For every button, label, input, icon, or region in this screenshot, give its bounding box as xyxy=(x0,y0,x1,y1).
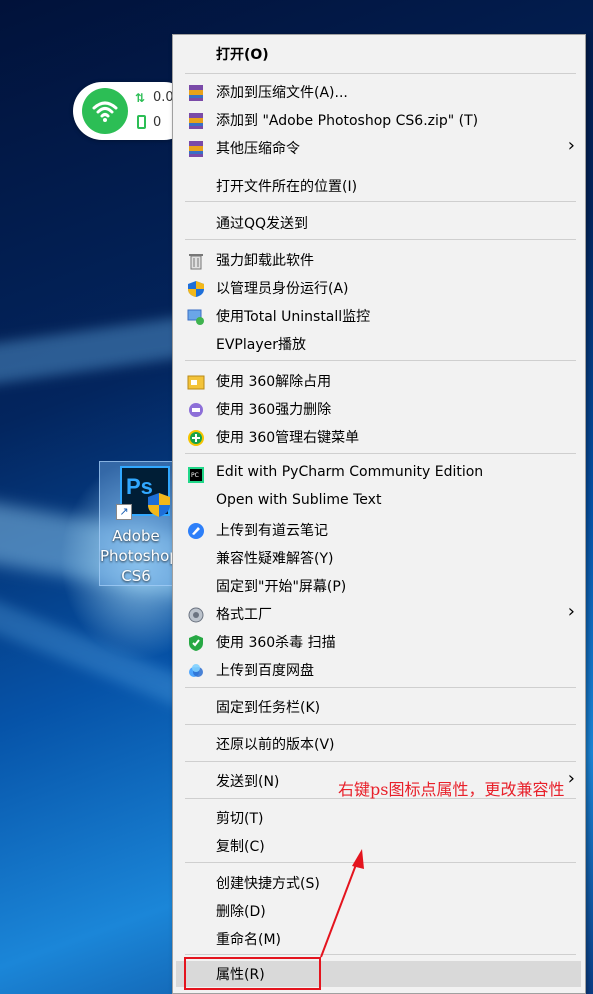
menu-item[interactable]: 添加到 "Adobe Photoshop CS6.zip" (T) xyxy=(176,107,581,133)
menu-item[interactable]: 重命名(M) xyxy=(176,926,581,952)
menu-item[interactable]: 强力卸载此软件 xyxy=(176,247,581,273)
download-speed-value: 0 xyxy=(153,115,162,130)
menu-item-label: 创建快捷方式(S) xyxy=(216,876,320,892)
menu-item[interactable]: 通过QQ发送到 xyxy=(176,210,581,236)
menu-item[interactable]: Open with Sublime Text xyxy=(176,489,581,515)
menu-item[interactable]: 使用 360管理右键菜单 xyxy=(176,424,581,450)
menu-item[interactable]: 使用 360杀毒 扫描 xyxy=(176,629,581,655)
desktop-icon-label: Adobe Photoshop CS6 xyxy=(100,527,179,585)
chevron-right-icon: › xyxy=(567,135,575,156)
menu-item[interactable]: 添加到压缩文件(A)... xyxy=(176,79,581,105)
menu-item-label: 兼容性疑难解答(Y) xyxy=(216,551,334,567)
360-menu-icon xyxy=(187,429,205,447)
menu-item-label: 打开(O) xyxy=(216,47,269,63)
menu-separator xyxy=(185,724,576,725)
menu-item-label: 固定到"开始"屏幕(P) xyxy=(216,579,347,595)
menu-item-label: 还原以前的版本(V) xyxy=(216,737,335,753)
menu-item[interactable]: 复制(C) xyxy=(176,833,581,859)
360-antivirus-icon xyxy=(187,634,205,652)
context-menu: 打开(O) 添加到压缩文件(A)... 添加到 "Adobe Photoshop C… xyxy=(172,34,586,994)
menu-item-label: Open with Sublime Text xyxy=(216,492,382,508)
menu-item[interactable]: 还原以前的版本(V) xyxy=(176,731,581,757)
upload-speed-value: 0.0 xyxy=(153,90,174,105)
menu-item-label: 上传到百度网盘 xyxy=(216,663,314,679)
menu-item-label: 其他压缩命令 xyxy=(216,141,300,157)
menu-item[interactable]: EVPlayer播放 xyxy=(176,331,581,357)
menu-item[interactable]: 剪切(T) xyxy=(176,805,581,831)
menu-item-label: Edit with PyCharm Community Edition xyxy=(216,464,484,480)
menu-item[interactable]: PC Edit with PyCharm Community Edition xyxy=(176,461,581,487)
pycharm-icon: PC xyxy=(187,466,205,484)
menu-item-label: 重命名(M) xyxy=(216,932,282,948)
baidu-netdisk-icon xyxy=(187,662,205,680)
menu-separator xyxy=(185,954,576,955)
menu-separator xyxy=(185,687,576,688)
360-delete-icon xyxy=(187,401,205,419)
menu-item[interactable]: 上传到百度网盘 xyxy=(176,657,581,683)
menu-separator xyxy=(185,201,576,202)
menu-item-label: 剪切(T) xyxy=(216,811,264,827)
format-factory-icon xyxy=(187,606,205,624)
svg-text:PC: PC xyxy=(191,472,199,479)
menu-item-label: 使用 360杀毒 扫描 xyxy=(216,635,336,651)
menu-item-label: 以管理员身份运行(A) xyxy=(216,281,349,297)
uac-shield-icon xyxy=(187,280,205,298)
menu-item[interactable]: 固定到"开始"屏幕(P) xyxy=(176,573,581,599)
menu-separator xyxy=(185,239,576,240)
menu-item[interactable]: 打开文件所在的位置(I) xyxy=(176,173,581,199)
menu-item-label: EVPlayer播放 xyxy=(216,337,306,353)
menu-item-label: 添加到 "Adobe Photoshop CS6.zip" (T) xyxy=(216,113,479,129)
menu-item-label: 格式工厂 xyxy=(216,607,272,623)
menu-item[interactable]: 其他压缩命令 › xyxy=(176,135,581,161)
menu-item-label: 使用 360管理右键菜单 xyxy=(216,430,360,446)
up-down-arrow-icon: ⇅ xyxy=(135,91,146,105)
wifi-icon xyxy=(82,88,128,134)
winrar-icon xyxy=(187,140,205,158)
menu-item[interactable]: 打开(O) xyxy=(176,41,581,67)
menu-item-label: 使用Total Uninstall监控 xyxy=(216,309,371,325)
chevron-right-icon: › xyxy=(567,601,575,622)
battery-icon xyxy=(137,115,146,129)
menu-item[interactable]: 使用Total Uninstall监控 xyxy=(176,303,581,329)
menu-item-label: 复制(C) xyxy=(216,839,265,855)
menu-item-label: 使用 360解除占用 xyxy=(216,374,332,390)
menu-item-label: 添加到压缩文件(A)... xyxy=(216,85,348,101)
menu-item[interactable]: 创建快捷方式(S) xyxy=(176,870,581,896)
360-unlock-icon xyxy=(187,373,205,391)
menu-separator xyxy=(185,761,576,762)
menu-item-label: 打开文件所在的位置(I) xyxy=(216,179,358,195)
photoshop-desktop-icon[interactable]: Ps ↗ Adobe Photoshop CS6 xyxy=(99,461,179,586)
menu-item[interactable]: 使用 360解除占用 xyxy=(176,368,581,394)
menu-item-label: 使用 360强力删除 xyxy=(216,402,332,418)
winrar-icon xyxy=(187,84,205,102)
menu-separator xyxy=(185,862,576,863)
menu-item-label: 强力卸载此软件 xyxy=(216,253,314,269)
menu-item[interactable]: 格式工厂 › xyxy=(176,601,581,627)
uac-shield-icon xyxy=(148,493,170,517)
menu-item-label: 删除(D) xyxy=(216,904,266,920)
menu-item[interactable]: 固定到任务栏(K) xyxy=(176,694,581,720)
menu-item-label: 通过QQ发送到 xyxy=(216,216,309,232)
menu-item-label: 上传到有道云笔记 xyxy=(216,523,328,539)
menu-item-label: 固定到任务栏(K) xyxy=(216,700,321,716)
youdao-icon xyxy=(187,522,205,540)
annotation-highlight-box xyxy=(184,957,321,990)
menu-item[interactable]: 使用 360强力删除 xyxy=(176,396,581,422)
menu-separator xyxy=(185,73,576,74)
monitor-icon xyxy=(187,308,205,326)
winrar-icon xyxy=(187,112,205,130)
menu-item[interactable]: 上传到有道云笔记 xyxy=(176,517,581,543)
menu-item[interactable]: 以管理员身份运行(A) xyxy=(176,275,581,301)
menu-separator xyxy=(185,453,576,454)
shortcut-arrow-icon: ↗ xyxy=(116,504,132,520)
menu-item[interactable]: 兼容性疑难解答(Y) xyxy=(176,545,581,571)
trash-icon xyxy=(187,252,205,270)
menu-item[interactable]: 删除(D) xyxy=(176,898,581,924)
annotation-note: 右键ps图标点属性，更改兼容性 xyxy=(338,780,565,799)
menu-item-label: 发送到(N) xyxy=(216,774,280,790)
menu-separator xyxy=(185,360,576,361)
